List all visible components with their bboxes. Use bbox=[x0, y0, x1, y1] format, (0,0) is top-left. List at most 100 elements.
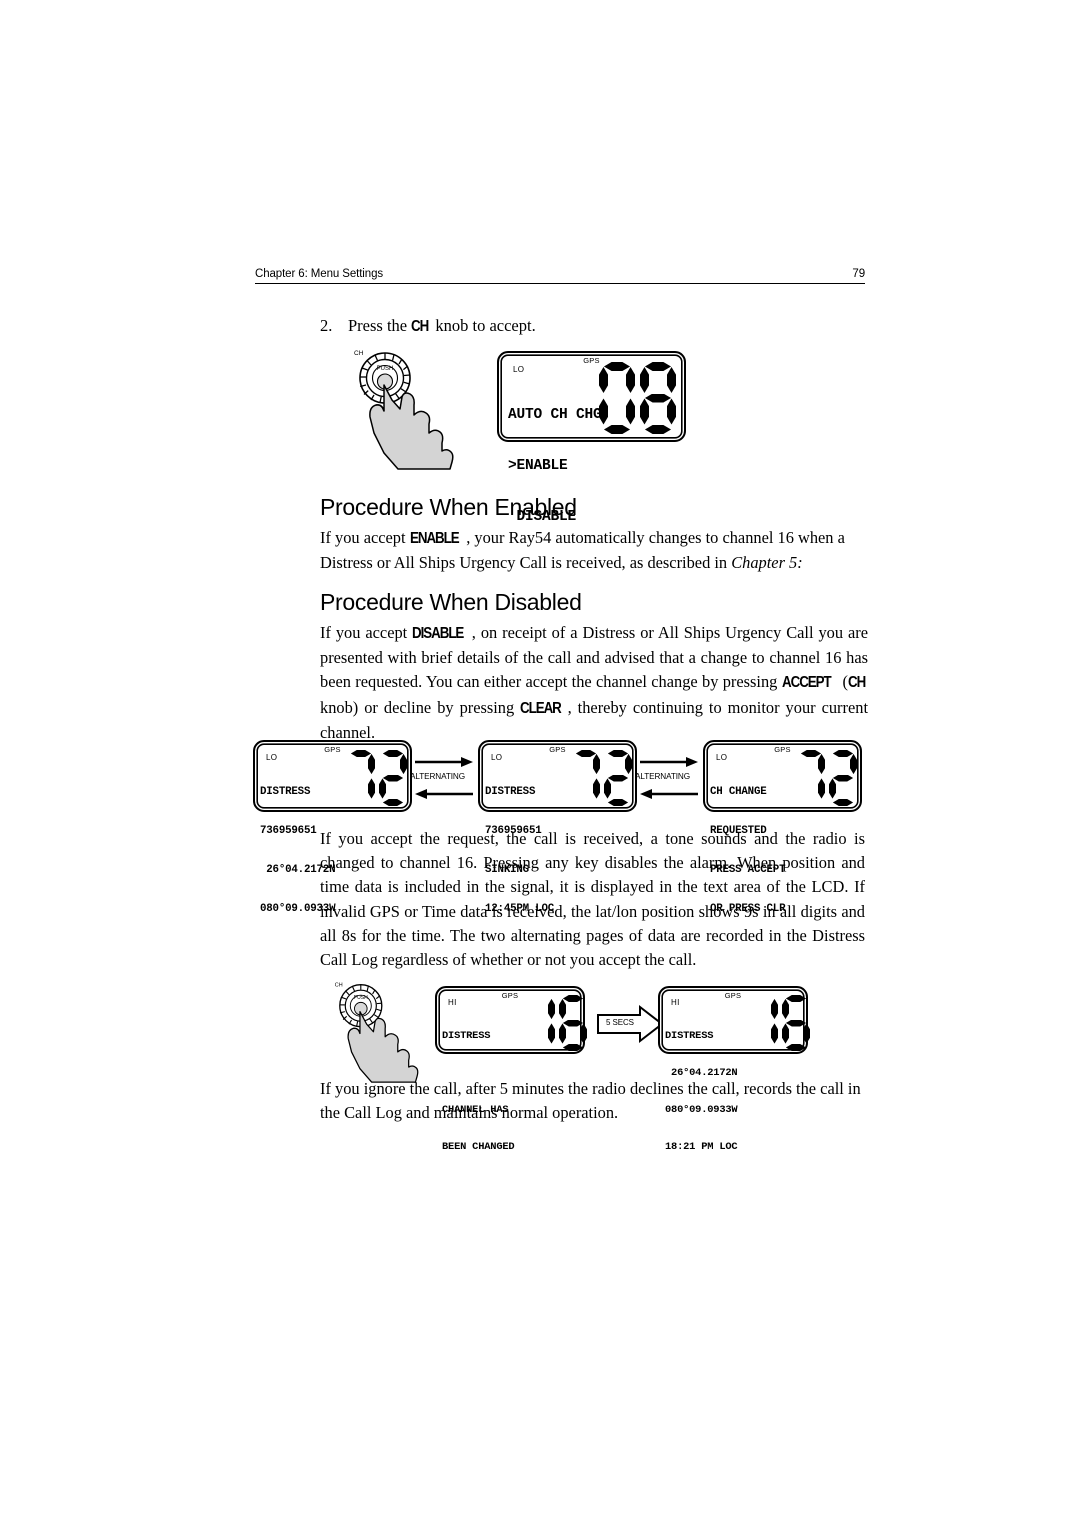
segment-c bbox=[626, 398, 635, 424]
segment-e bbox=[640, 398, 649, 424]
segment-d bbox=[576, 799, 596, 806]
seven-segment-digit bbox=[604, 750, 632, 806]
seven-segment-digit bbox=[640, 362, 676, 434]
segment-e bbox=[559, 1023, 566, 1043]
lcd-distress-position: GPS LO DISTRESS 736959651 26°04.2172N 08… bbox=[253, 740, 412, 915]
segment-b bbox=[850, 754, 857, 774]
arrow-right-icon bbox=[640, 757, 698, 767]
segment-d bbox=[563, 1044, 583, 1051]
segment-e bbox=[604, 778, 611, 798]
seven-segment-digit bbox=[527, 995, 555, 1051]
segment-g bbox=[645, 394, 671, 403]
segment-c bbox=[625, 778, 632, 798]
segment-b bbox=[593, 754, 600, 774]
segment-f bbox=[599, 367, 608, 393]
segment-d bbox=[645, 425, 671, 434]
segment-g bbox=[576, 775, 596, 782]
term-ch: CH bbox=[848, 674, 866, 692]
segment-c bbox=[771, 1023, 778, 1043]
lcd-line: 18:21 PM LOC bbox=[665, 1141, 738, 1154]
segment-b bbox=[771, 999, 778, 1019]
segment-a bbox=[576, 750, 596, 757]
segment-a bbox=[383, 750, 403, 757]
segment-f bbox=[640, 367, 649, 393]
header-chapter-title: Chapter 6: Menu Settings bbox=[255, 268, 384, 280]
segment-c bbox=[580, 1023, 587, 1043]
seven-segment-digit bbox=[599, 362, 635, 434]
segment-f bbox=[559, 999, 566, 1019]
lcd-line: DISTRESS bbox=[260, 786, 311, 798]
segment-c bbox=[593, 778, 600, 798]
step-text-before: Press the bbox=[348, 316, 412, 335]
segment-f bbox=[572, 754, 579, 774]
para-text: If you accept bbox=[320, 623, 413, 642]
segment-e bbox=[750, 1023, 757, 1043]
segment-g bbox=[351, 775, 371, 782]
knob-illustration-bottom: PUSH CH bbox=[323, 978, 428, 1083]
segment-a bbox=[754, 995, 774, 1002]
seven-segment-digit bbox=[750, 995, 778, 1051]
lcd-line: BEEN CHANGED bbox=[442, 1141, 515, 1154]
channel-display bbox=[797, 750, 857, 806]
seven-segment-digit bbox=[347, 750, 375, 806]
segment-e bbox=[782, 1023, 789, 1043]
segment-c bbox=[368, 778, 375, 798]
segment-c bbox=[548, 1023, 555, 1043]
seven-segment-digit bbox=[782, 995, 810, 1051]
segment-a bbox=[351, 750, 371, 757]
knob-ch-label: CH bbox=[335, 982, 343, 988]
knob-push-label: PUSH bbox=[354, 995, 368, 1001]
segment-d bbox=[801, 799, 821, 806]
knob-ch-label: CH bbox=[354, 350, 364, 357]
segment-e bbox=[379, 778, 386, 798]
segment-a bbox=[604, 362, 630, 371]
segment-b bbox=[548, 999, 555, 1019]
segment-d bbox=[531, 1044, 551, 1051]
segment-e bbox=[599, 398, 608, 424]
segment-d bbox=[383, 799, 403, 806]
segment-a bbox=[801, 750, 821, 757]
channel-display bbox=[750, 995, 810, 1051]
arrow-left-icon bbox=[640, 789, 698, 799]
lcd-line: DISTRESS bbox=[665, 1029, 714, 1042]
segment-f bbox=[527, 999, 534, 1019]
page-header: Chapter 6: Menu Settings 79 bbox=[255, 268, 865, 284]
segment-f bbox=[604, 754, 611, 774]
five-secs-label: 5 SECS bbox=[606, 1018, 634, 1027]
segment-c bbox=[400, 778, 407, 798]
segment-a bbox=[563, 995, 583, 1002]
segment-b bbox=[626, 367, 635, 393]
segment-a bbox=[833, 750, 853, 757]
alternating-label: ALTERNATING bbox=[410, 772, 466, 781]
segment-f bbox=[829, 754, 836, 774]
step-text-after: knob to accept. bbox=[431, 316, 536, 335]
segment-d bbox=[351, 799, 371, 806]
channel-display bbox=[572, 750, 632, 806]
lcd-line: DISTRESS bbox=[442, 1029, 491, 1042]
segment-a bbox=[645, 362, 671, 371]
segment-f bbox=[782, 999, 789, 1019]
page-number: 79 bbox=[852, 268, 865, 280]
paragraph-accept-request: If you accept the request, the call is r… bbox=[320, 829, 865, 970]
segment-g bbox=[608, 775, 628, 782]
segment-g bbox=[604, 394, 630, 403]
ch-control-label: CH bbox=[411, 318, 429, 335]
chapter-reference: Chapter 5: bbox=[731, 553, 803, 573]
segment-d bbox=[786, 1044, 806, 1051]
lcd-line: CH CHANGE bbox=[710, 786, 767, 798]
segment-g bbox=[531, 1020, 551, 1027]
segment-d bbox=[604, 425, 630, 434]
term-clear: CLEAR bbox=[520, 699, 562, 717]
header-rule bbox=[255, 283, 865, 284]
segment-c bbox=[803, 1023, 810, 1043]
para-text: If you accept bbox=[320, 528, 410, 547]
lcd-menu-auto-ch-chg: GPS LO AUTO CH CHG >ENABLE DISABLE bbox=[497, 351, 686, 525]
heading-procedure-when-disabled: Procedure When Disabled bbox=[320, 589, 582, 615]
seven-segment-digit bbox=[379, 750, 407, 806]
seven-segment-digit bbox=[829, 750, 857, 806]
arrow-right-icon bbox=[415, 757, 473, 767]
para-text: knob) or decline by pressing bbox=[320, 697, 521, 717]
segment-e bbox=[347, 778, 354, 798]
segment-b bbox=[368, 754, 375, 774]
para-text: ( bbox=[838, 672, 848, 692]
